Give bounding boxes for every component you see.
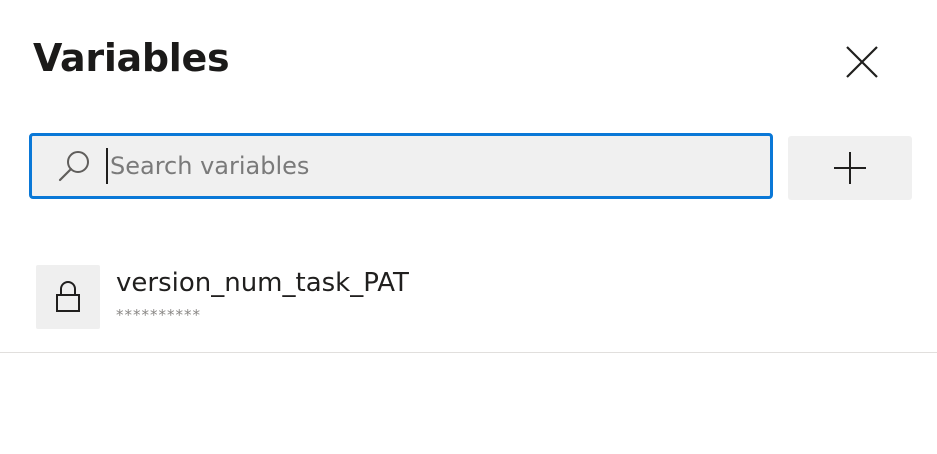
add-variable-button[interactable] — [788, 136, 912, 200]
close-button[interactable] — [838, 38, 886, 86]
variable-row[interactable]: version_num_task_PAT ********** — [0, 250, 937, 353]
variable-masked-value: ********** — [116, 306, 201, 324]
search-input[interactable] — [106, 148, 770, 184]
lock-icon — [36, 265, 100, 329]
close-icon — [846, 46, 878, 78]
plus-icon — [834, 152, 866, 184]
search-icon — [56, 148, 92, 184]
variable-name: version_num_task_PAT — [116, 268, 409, 298]
panel-title: Variables — [33, 36, 230, 80]
search-box[interactable] — [29, 133, 773, 199]
